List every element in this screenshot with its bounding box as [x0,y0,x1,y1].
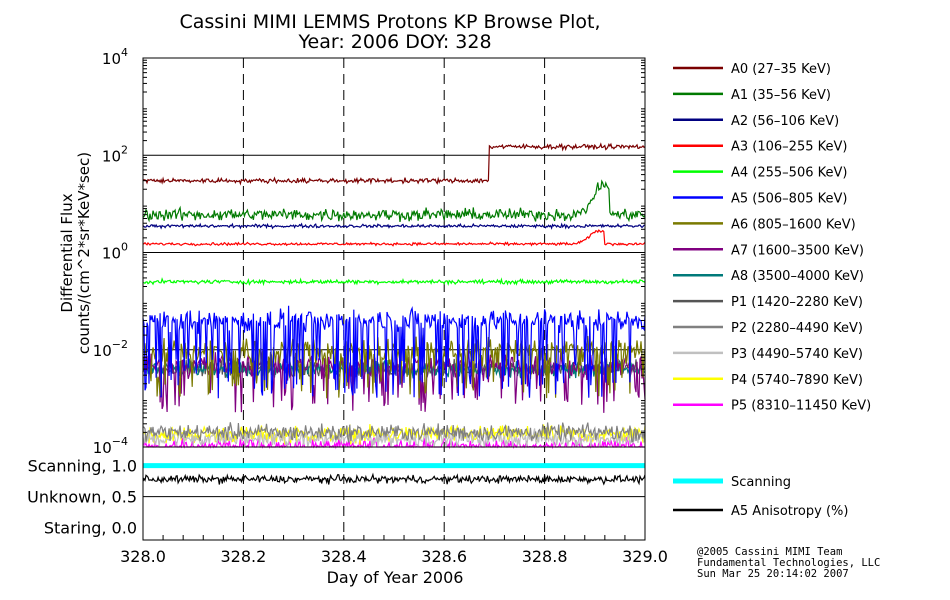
legend-label-5: A5 (506–805 KeV) [731,192,847,207]
legend-label-3: A3 (106–255 KeV) [731,140,847,155]
x-tick-label: 328.8 [522,547,568,566]
legend-label-9: P1 (1420–2280 KeV) [731,295,863,310]
legend-label-0: A0 (27–35 KeV) [731,62,831,77]
series-line-1 [142,179,646,223]
chart-title: Cassini MIMI LEMMS Protons KP Browse Plo… [179,11,600,53]
browse-plot: Cassini MIMI LEMMS Protons KP Browse Plo… [27,11,880,587]
x-tick-label: 328.4 [321,547,367,566]
footer-line-3: Sun Mar 25 20:14:02 2007 [697,568,849,580]
anisotropy-line [142,472,646,486]
x-tick-label: 329.0 [622,547,668,566]
x-tick-labels: 328.0 328.2 328.4 328.6 328.8 329.0 [120,547,668,566]
series-line-0 [142,142,646,186]
title-line-1: Cassini MIMI LEMMS Protons KP Browse Plo… [179,11,600,33]
y-axis-label-line-1: Differential Flux [58,193,76,312]
title-line-2: Year: 2006 DOY: 328 [297,31,491,53]
series-line-2 [142,222,646,230]
legend-label-13: P5 (8310–11450 KeV) [731,399,871,414]
series-line-4 [143,277,646,287]
legend-label-12: P4 (5740–7890 KeV) [731,373,863,388]
x-axis-label: Day of Year 2006 [327,568,464,587]
lower-panel-label: Unknown, 0.5 [27,488,137,507]
legend-label-10: P2 (2280–4490 KeV) [731,321,863,336]
legend-label-11: P3 (4490–5740 KeV) [731,347,863,362]
legend-label-lower-1: A5 Anisotropy (%) [731,504,848,519]
lower-panel-frame [142,446,646,541]
y-axis-label-line-2: counts/(cm^2*sr*KeV*sec) [75,152,93,354]
legend-label-7: A7 (1600–3500 KeV) [731,243,864,258]
y-tick-labels: 104 102 100 10−2 10−4 [93,46,128,457]
legend-label-1: A1 (35–56 KeV) [731,88,831,103]
x-tick-label: 328.2 [220,547,266,566]
legend-label-8: A8 (3500–4000 KeV) [731,269,864,284]
lower-panel-labels: Scanning, 1.0 Unknown, 0.5 Staring, 0.0 [27,457,137,538]
footer: @2005 Cassini MIMI Team Fundamental Tech… [697,546,880,580]
legend: A0 (27–35 KeV) A1 (35–56 KeV) A2 (56–106 K… [673,62,871,519]
series-line-5 [142,305,646,399]
lower-panel-label: Scanning, 1.0 [28,457,137,476]
series-lines [142,142,646,450]
y-tick-label: 102 [102,143,128,165]
legend-label-6: A6 (805–1600 KeV) [731,217,856,232]
legend-label-2: A2 (56–106 KeV) [731,114,839,129]
y-tick-label: 104 [102,46,128,68]
legend-label-4: A4 (255–506 KeV) [731,166,847,181]
x-tick-label: 328.0 [120,547,166,566]
legend-label-lower-0: Scanning [731,475,791,490]
series-line-3 [142,229,646,247]
x-tick-label: 328.6 [421,547,467,566]
y-tick-label: 10−4 [93,435,128,457]
lower-panel-label: Staring, 0.0 [44,519,137,538]
y-tick-label: 10−2 [93,338,128,360]
lower-panel [142,463,646,486]
y-tick-label: 100 [102,241,128,263]
